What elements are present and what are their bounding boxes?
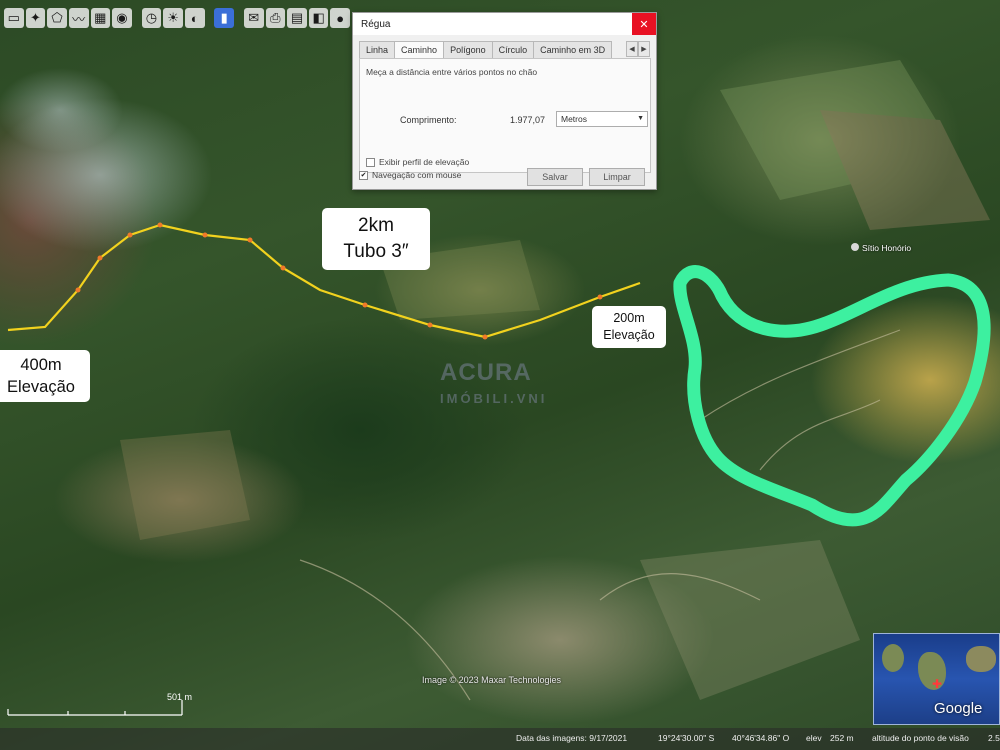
high-elevation-label: 400m Elevação xyxy=(0,350,90,402)
status-bar: Data das imagens: 9/17/2021 19°24'30.00"… xyxy=(0,728,1000,750)
tab-circulo[interactable]: Círculo xyxy=(491,41,535,59)
eye-altitude-label: altitude do ponto de visão xyxy=(872,733,969,743)
scale-label: 501 m xyxy=(167,692,193,702)
tab-linha[interactable]: Linha xyxy=(359,41,396,59)
ruler-dialog: Régua ✕ Linha Caminho Polígono Círculo C… xyxy=(352,12,657,190)
unit-value: Metros xyxy=(561,114,587,124)
clear-button[interactable]: Limpar xyxy=(589,168,645,186)
low-elevation-caption: Elevação xyxy=(603,328,655,342)
low-elevation-label: 200m Elevação xyxy=(592,306,666,348)
low-elevation-value: 200m xyxy=(613,311,645,325)
hide-sidebar-icon[interactable]: ▭ xyxy=(4,8,24,28)
ruler-titlebar[interactable]: Régua xyxy=(353,13,656,35)
pipe-size-text: Tubo 3″ xyxy=(343,241,409,262)
ruler-panel: Meça a distância entre vários pontos no … xyxy=(359,58,651,173)
planets-icon[interactable]: ◐ xyxy=(184,8,205,28)
tab-scroll-right-icon[interactable]: ▶ xyxy=(638,41,650,57)
property-outline xyxy=(673,265,991,527)
earth-icon[interactable]: ● xyxy=(330,8,351,28)
place-marker-icon[interactable] xyxy=(851,243,859,251)
ruler-description: Meça a distância entre vários pontos no … xyxy=(366,67,538,77)
email-icon[interactable]: ✉ xyxy=(243,8,264,28)
route-length-text: 2km xyxy=(358,215,394,236)
elevation-value: 252 m xyxy=(830,733,854,743)
continent-shape xyxy=(966,646,996,672)
polygon-icon[interactable]: ⬠ xyxy=(47,8,67,28)
maps-icon[interactable]: ◧ xyxy=(308,8,329,28)
toolbar: ▭ ✦ ⬠ 〰 ▦ ◉ ◷ ☀ ◐ ▮ ✉ ⎙ ▤ ◧ ● xyxy=(0,6,351,30)
record-tour-icon[interactable]: ◉ xyxy=(112,8,132,28)
mouse-nav-checkbox[interactable]: ✔ xyxy=(359,170,368,180)
elevation-profile-option[interactable]: Exibir perfil de elevação xyxy=(366,157,469,167)
tab-scroll-left-icon[interactable]: ◀ xyxy=(626,41,638,57)
watermark-line1: ACURA xyxy=(440,359,532,386)
save-button[interactable]: Salvar xyxy=(527,168,583,186)
eye-altitude-value: 2.5 xyxy=(988,733,1000,743)
watermark: ACURA IMÓBILI.VNI xyxy=(440,360,547,412)
ruler-icon[interactable]: ▮ xyxy=(214,8,235,28)
location-marker-icon: ✚ xyxy=(932,677,943,691)
tab-caminho-3d[interactable]: Caminho em 3D xyxy=(533,41,613,59)
close-icon: ✕ xyxy=(639,18,649,31)
imagery-copyright: Image © 2023 Maxar Technologies xyxy=(422,675,562,685)
close-button[interactable]: ✕ xyxy=(632,13,656,35)
save-image-icon[interactable]: ▤ xyxy=(287,8,307,28)
elevation-label: elev xyxy=(806,733,822,743)
tab-scroll: ◀ ▶ xyxy=(626,41,650,57)
length-label: Comprimento: xyxy=(400,115,457,125)
mouse-nav-option[interactable]: ✔ Navegação com mouse xyxy=(359,170,461,180)
historical-imagery-icon[interactable]: ◷ xyxy=(141,8,162,28)
scale-bar xyxy=(7,700,183,716)
tab-poligono[interactable]: Polígono xyxy=(443,41,493,59)
ruler-title: Régua xyxy=(361,18,391,30)
route-length-label: 2km Tubo 3″ xyxy=(322,208,430,270)
print-icon[interactable]: ⎙ xyxy=(265,8,286,28)
chevron-down-icon: ▼ xyxy=(637,115,644,122)
high-elevation-value: 400m xyxy=(20,356,62,374)
imagery-date: Data das imagens: 9/17/2021 xyxy=(516,733,628,743)
sunlight-icon[interactable]: ☀ xyxy=(163,8,183,28)
unit-select[interactable]: Metros ▼ xyxy=(556,111,648,127)
continent-shape xyxy=(882,644,904,672)
image-overlay-icon[interactable]: ▦ xyxy=(90,8,111,28)
google-logo: Google xyxy=(934,700,983,717)
path-icon[interactable]: 〰 xyxy=(68,8,89,28)
mouse-nav-label: Navegação com mouse xyxy=(372,170,462,180)
length-value: 1.977,07 xyxy=(510,115,546,125)
elevation-profile-checkbox[interactable] xyxy=(366,157,375,167)
placemark-icon[interactable]: ✦ xyxy=(25,8,46,28)
place-name[interactable]: Sítio Honório xyxy=(862,243,911,253)
latitude: 19°24'30.00" S xyxy=(658,733,715,743)
tab-caminho[interactable]: Caminho xyxy=(394,41,445,59)
watermark-line2: IMÓBILI.VNI xyxy=(440,391,548,406)
ruler-tabs: Linha Caminho Polígono Círculo Caminho e… xyxy=(359,41,613,59)
elevation-profile-label: Exibir perfil de elevação xyxy=(379,157,470,167)
high-elevation-caption: Elevação xyxy=(7,378,75,396)
longitude: 40°46'34.86" O xyxy=(732,733,790,743)
